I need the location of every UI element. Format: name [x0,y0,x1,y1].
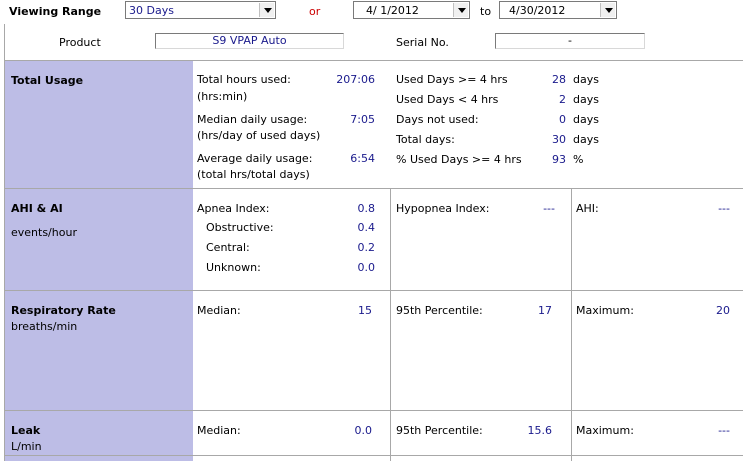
total-days-value: 30 [552,133,566,146]
total-hours-label: Total hours used: [197,73,291,86]
ahi-title: AHI & AI [11,202,63,215]
ahi-label: AHI: [576,202,599,215]
used-days-lt4-value: 2 [559,93,566,106]
column-divider [390,188,391,461]
leak-title: Leak [11,424,41,437]
median-usage-label: Median daily usage: [197,113,308,126]
end-date-value: 4/30/2012 [509,4,566,17]
leak-max-label: Maximum: [576,424,634,437]
range-select-value: 30 Days [129,4,174,17]
unknown-value: 0.0 [357,261,376,274]
section-sideband [5,61,193,461]
resp-p95-label: 95th Percentile: [396,304,483,317]
days-not-used-label: Days not used: [396,113,479,126]
central-label: Central: [206,241,250,254]
average-usage-label: Average daily usage: [197,152,313,165]
product-field: S9 VPAP Auto [155,33,344,49]
total-hours-value: 207:06 [336,73,375,86]
serial-field: - [495,33,645,49]
total-hours-sub: (hrs:min) [197,90,248,103]
divider [4,290,743,291]
pct-used-label: % Used Days >= 4 hrs [396,153,522,166]
pct-used-value: 93 [552,153,566,166]
divider [4,188,743,189]
apnea-index-label: Apnea Index: [197,202,270,215]
ahi-unit: events/hour [11,226,77,239]
resp-max-value: 20 [716,304,730,317]
viewing-range-label: Viewing Range [9,5,102,18]
average-usage-sub: (total hrs/total days) [197,168,310,181]
hypopnea-value: --- [543,202,555,215]
used-days-4-value: 28 [552,73,566,86]
total-days-unit: days [573,133,599,146]
median-usage-value: 7:05 [350,113,375,126]
leak-median-label: Median: [197,424,241,437]
resp-unit: breaths/min [11,320,78,333]
resp-title: Respiratory Rate [11,304,116,317]
hypopnea-label: Hypopnea Index: [396,202,490,215]
product-label: Product [59,36,101,49]
start-date-value: 4/ 1/2012 [366,4,419,17]
leak-unit: L/min [11,440,42,453]
chevron-down-icon[interactable] [453,3,468,17]
obstructive-value: 0.4 [357,221,376,234]
resp-median-label: Median: [197,304,241,317]
pct-used-unit: % [573,153,584,166]
leak-p95-value: 15.6 [527,424,553,437]
used-days-4-label: Used Days >= 4 hrs [396,73,508,86]
unknown-label: Unknown: [206,261,261,274]
leak-p95-label: 95th Percentile: [396,424,483,437]
average-usage-value: 6:54 [350,152,375,165]
days-not-used-unit: days [573,113,599,126]
median-usage-sub: (hrs/day of used days) [197,129,321,142]
obstructive-label: Obstructive: [206,221,274,234]
end-date-picker[interactable]: 4/30/2012 [499,1,617,19]
serial-label: Serial No. [396,36,449,49]
resp-max-label: Maximum: [576,304,634,317]
range-select[interactable]: 30 Days [125,1,276,19]
divider [4,455,743,456]
central-value: 0.2 [357,241,376,254]
used-days-4-unit: days [573,73,599,86]
start-date-picker[interactable]: 4/ 1/2012 [353,1,470,19]
used-days-lt4-unit: days [573,93,599,106]
column-divider [571,188,572,461]
leak-median-value: 0.0 [354,424,373,437]
to-label: to [480,5,492,18]
used-days-lt4-label: Used Days < 4 hrs [396,93,499,106]
resp-median-value: 15 [358,304,372,317]
apnea-index-value: 0.8 [357,202,376,215]
ahi-value: --- [718,202,730,215]
or-label: or [309,5,321,18]
total-days-label: Total days: [396,133,455,146]
days-not-used-value: 0 [559,113,566,126]
chevron-down-icon[interactable] [600,3,615,17]
resp-p95-value: 17 [538,304,552,317]
leak-max-value: --- [718,424,730,437]
chevron-down-icon[interactable] [259,3,274,17]
divider [4,410,743,411]
usage-title: Total Usage [11,74,84,87]
